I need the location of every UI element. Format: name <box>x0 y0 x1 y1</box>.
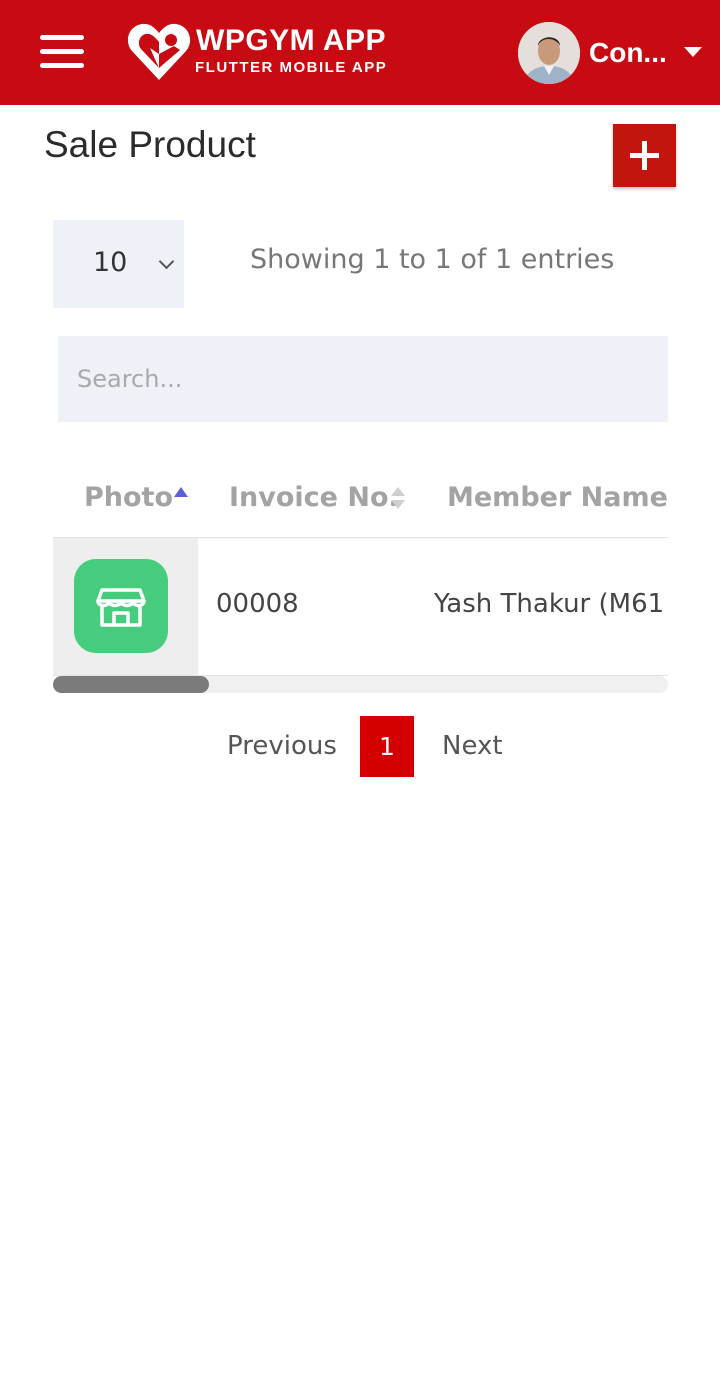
column-header-invoice-no[interactable]: Invoice No. <box>229 478 405 518</box>
next-page-button[interactable]: Next <box>442 728 503 764</box>
horizontal-scrollbar[interactable] <box>53 676 668 693</box>
invoice-no-cell: 00008 <box>216 589 299 619</box>
user-name[interactable]: Con... <box>589 36 667 70</box>
column-header-label: Photo <box>84 482 174 513</box>
wpgym-logo-icon <box>127 23 191 80</box>
brand-subtitle: FLUTTER MOBILE APP <box>195 59 388 76</box>
chevron-down-icon <box>158 253 175 270</box>
dropdown-caret-icon[interactable] <box>684 47 702 57</box>
column-header-member-name[interactable]: Member Name <box>447 478 668 518</box>
avatar[interactable] <box>518 22 580 84</box>
page-length-select[interactable]: 10 <box>53 220 184 308</box>
column-header-label: Member Name <box>447 482 668 513</box>
scrollbar-thumb[interactable] <box>53 676 209 693</box>
user-avatar-image <box>518 22 580 84</box>
page-length-value: 10 <box>93 247 128 278</box>
sort-ascending-icon <box>174 487 188 497</box>
column-header-photo[interactable]: Photo <box>84 478 188 518</box>
page-1-button[interactable]: 1 <box>360 716 414 777</box>
previous-page-button[interactable]: Previous <box>227 728 337 764</box>
photo-cell <box>53 538 198 675</box>
column-header-label: Invoice No. <box>229 482 399 513</box>
sort-icon <box>391 487 405 496</box>
table-row[interactable]: 00008 Yash Thakur (M61 <box>53 538 668 675</box>
app-bar: WPGYM APP FLUTTER MOBILE APP Con... <box>0 0 720 105</box>
brand-title: WPGYM APP <box>196 24 387 57</box>
member-name-cell: Yash Thakur (M61 <box>434 589 665 619</box>
page-title: Sale Product <box>44 124 256 165</box>
hamburger-menu-icon[interactable] <box>40 35 84 69</box>
search-input[interactable] <box>58 336 668 422</box>
entries-info: Showing 1 to 1 of 1 entries <box>250 244 615 275</box>
store-icon <box>74 559 168 653</box>
add-sale-product-button[interactable] <box>613 124 676 187</box>
sale-product-table: Photo Invoice No. Member Name 00008 Yash… <box>53 460 668 693</box>
